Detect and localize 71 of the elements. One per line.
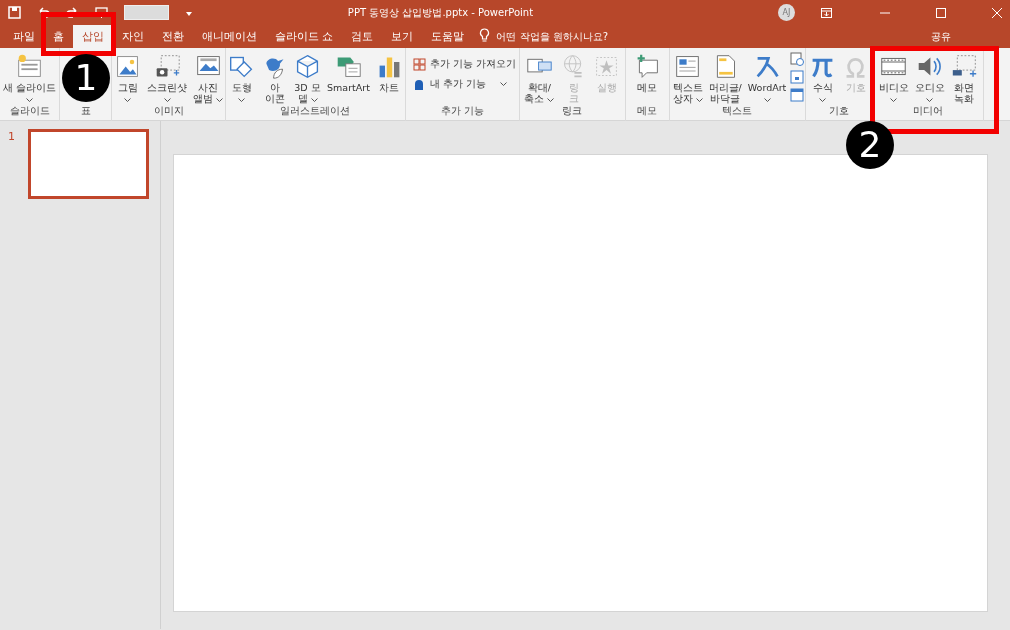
caret-icon (763, 97, 771, 102)
caret-icon (124, 97, 131, 102)
avatar[interactable]: AJ (778, 4, 795, 21)
new-slide-icon (16, 53, 43, 80)
caret-icon (499, 82, 507, 87)
ribbon-button[interactable]: 내 추가 기능 (409, 76, 510, 93)
ribbon-tab[interactable]: 검토 (342, 25, 383, 48)
slide-thumbnail[interactable] (28, 129, 149, 199)
caret-icon (926, 97, 934, 102)
step-number-badge: 2 (845, 121, 894, 169)
ribbon-tab[interactable]: 도움말 (422, 25, 474, 48)
group-label: 메모 (636, 104, 659, 118)
text-box-icon (674, 53, 702, 80)
ribbon-button[interactable]: SmartArt (325, 52, 372, 93)
undo-icon[interactable] (37, 6, 50, 19)
ribbon-button[interactable]: 비디오 (876, 52, 911, 104)
group-label: 텍스트 (721, 104, 754, 118)
ribbon-button[interactable]: 사진 앨범 (191, 52, 226, 104)
ribbon-button[interactable]: 머리글/ 바닥글 (706, 52, 744, 104)
caret-icon (26, 97, 33, 102)
ribbon-button[interactable]: 확대/ 축소 (522, 52, 557, 104)
group-label: 기호 (828, 104, 851, 118)
share-button[interactable]: 공유 (931, 29, 951, 44)
group-label: 미디어 (912, 104, 945, 118)
ribbon-button[interactable]: 수식 (807, 52, 839, 104)
save-icon[interactable] (8, 6, 21, 19)
ribbon-button[interactable]: 3D 모 델 (292, 52, 324, 104)
picture-icon (114, 53, 141, 80)
group-label: 일러스트레이션 (279, 104, 352, 118)
ribbon-button[interactable]: 추가 기능 가져오기 (409, 56, 519, 73)
ribbon-button[interactable]: 그림 (112, 52, 143, 104)
caret-icon (890, 97, 898, 102)
group-label: 이미지 (152, 104, 185, 118)
slide-number: 1 (8, 129, 15, 145)
ribbon-button[interactable]: 도형 (226, 52, 258, 104)
caret-icon (163, 97, 171, 102)
ribbon-tab[interactable]: 애니메이션 (193, 25, 266, 48)
lightbulb-icon (479, 27, 491, 42)
ribbon-button[interactable]: 새 슬라이드 (1, 52, 58, 104)
redo-icon[interactable] (66, 6, 79, 19)
caret-icon (819, 97, 827, 102)
ribbon-button[interactable]: 오디오 (912, 52, 947, 104)
maximize-icon[interactable] (936, 7, 946, 18)
ribbon-button[interactable]: 메모 (631, 52, 663, 93)
ribbon-button[interactable]: 차트 (373, 52, 405, 93)
ribbon-display-icon[interactable] (821, 7, 832, 18)
group-label: 추가 기능 (439, 104, 485, 118)
group-label: 표 (79, 104, 92, 118)
ribbon-button[interactable]: 텍스트 상자 (670, 52, 705, 104)
ribbon-tab[interactable]: 자인 (113, 25, 153, 48)
screen-record-icon (950, 53, 978, 80)
caret-icon (310, 97, 318, 102)
ribbon-tab[interactable]: 전환 (153, 25, 193, 48)
ribbon-button[interactable]: 스크린샷 (145, 52, 189, 104)
caret-icon (216, 97, 224, 102)
ribbon-tab[interactable]: 슬라이드 쇼 (266, 25, 343, 48)
window-title: PPT 동영상 삽입방법.pptx - PowerPoint (346, 6, 535, 20)
ribbon-tab[interactable]: 홈 (44, 25, 73, 48)
ribbon-button[interactable]: 아 이콘 (259, 52, 291, 104)
ribbon-tab[interactable]: 보기 (382, 25, 423, 48)
ribbon-tab[interactable]: 삽입 (73, 25, 113, 48)
group-label: 링크 (561, 104, 584, 118)
ribbon-button[interactable]: WordArt (745, 52, 789, 104)
group-label: 슬라이드 (8, 104, 51, 118)
caret-icon (547, 97, 555, 102)
ribbon-button[interactable]: 화면 녹화 (948, 52, 980, 104)
caret-icon (695, 97, 703, 102)
close-icon[interactable] (992, 7, 1002, 18)
ribbon-tab[interactable]: 파일 (4, 25, 44, 48)
tell-me-field[interactable]: 어떤 작업을 원하시나요? (494, 25, 655, 48)
caret-icon (238, 97, 246, 102)
